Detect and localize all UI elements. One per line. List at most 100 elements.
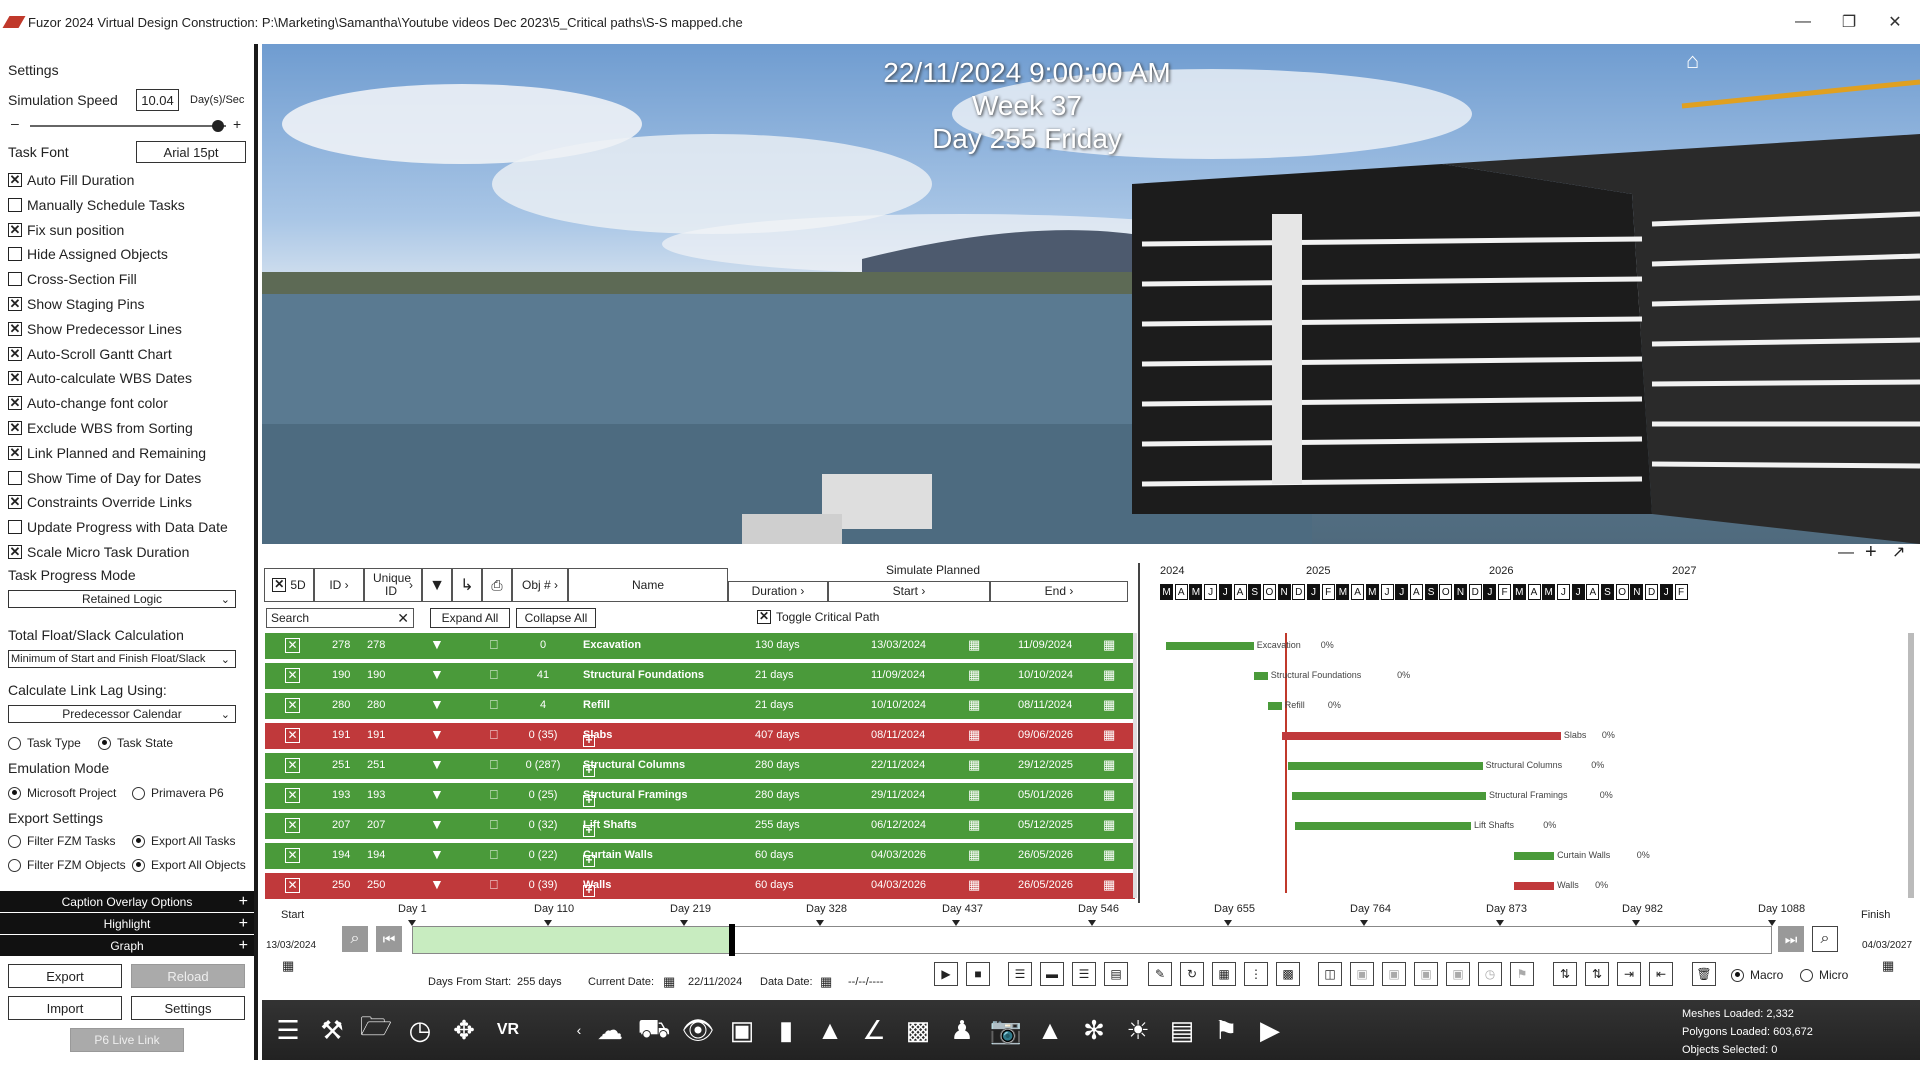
image-icon[interactable]: ▲: [812, 1012, 848, 1048]
filter-icon[interactable]: ▼: [430, 636, 444, 652]
task-state-radio[interactable]: Task State: [98, 736, 173, 750]
col-id[interactable]: ID ›: [314, 568, 364, 602]
tool-icon[interactable]: ▣: [1382, 962, 1406, 986]
filter-objects-radio[interactable]: Filter FZM Objects: [8, 858, 126, 872]
nodes-icon[interactable]: ✻: [1076, 1012, 1112, 1048]
calendar-icon[interactable]: ▦: [1103, 697, 1115, 713]
network-icon[interactable]: ▩: [1276, 962, 1300, 986]
calendar-icon[interactable]: ▦: [968, 757, 980, 773]
document-icon[interactable]: ⎕: [490, 787, 498, 803]
row-checkbox-icon[interactable]: ✕: [285, 818, 300, 833]
highlight-section[interactable]: Highlight +: [0, 913, 254, 934]
calendar-icon[interactable]: ▦: [1103, 787, 1115, 803]
table-scrollbar[interactable]: [1133, 633, 1137, 898]
gantt-bar[interactable]: [1267, 702, 1282, 710]
minus-icon[interactable]: —: [1838, 544, 1854, 562]
document-icon[interactable]: ⎕: [490, 697, 498, 713]
3d-viewport[interactable]: 22/11/2024 9:00:00 AM Week 37 Day 255 Fr…: [262, 44, 1920, 544]
filter-icon[interactable]: ▼: [430, 756, 444, 772]
expand-plus-icon[interactable]: +: [583, 854, 595, 867]
setting-checkbox[interactable]: Update Progress with Data Date: [8, 519, 228, 535]
chevron-left-icon[interactable]: ‹: [572, 1012, 586, 1048]
table-row[interactable]: ✕ 251 251 ▼ ⎕ 0 (287) + Structural Columns 280 d…: [265, 753, 1135, 779]
document-icon[interactable]: ⎕: [490, 757, 498, 773]
expand-plus-icon[interactable]: +: [583, 884, 595, 897]
task-font-button[interactable]: Arial 15pt: [136, 141, 246, 163]
tree-icon[interactable]: ▲: [1032, 1012, 1068, 1048]
person-icon[interactable]: ♟: [944, 1012, 980, 1048]
calendar-icon[interactable]: ▦: [663, 974, 675, 990]
expand-arrow-icon[interactable]: ↗: [1892, 542, 1905, 562]
gantt-bar[interactable]: [1281, 732, 1561, 740]
calendar-icon[interactable]: ▦: [968, 667, 980, 683]
menu-icon[interactable]: ☰: [270, 1012, 306, 1048]
setting-checkbox[interactable]: ✕ Auto-change font color: [8, 395, 168, 411]
table-row[interactable]: ✕ 193 193 ▼ ⎕ 0 (25) + Structural Framings 280 d…: [265, 783, 1135, 809]
col-5d[interactable]: ✕ 5D: [264, 568, 314, 602]
paint-icon[interactable]: ✎: [1148, 962, 1172, 986]
setting-checkbox[interactable]: Manually Schedule Tasks: [8, 197, 185, 213]
filter-icon[interactable]: ▼: [430, 726, 444, 742]
tool-icon[interactable]: ▣: [1414, 962, 1438, 986]
col-obj[interactable]: Obj # ›: [512, 568, 568, 602]
delete-icon[interactable]: 🗑: [1692, 962, 1716, 986]
gantt-bar[interactable]: [1514, 882, 1555, 890]
vehicle-icon[interactable]: ⛟: [636, 1012, 672, 1048]
calendar-icon[interactable]: ▦: [1103, 637, 1115, 653]
col-start[interactable]: Start ›: [828, 581, 990, 602]
document-icon[interactable]: ◫: [1318, 962, 1342, 986]
search-input[interactable]: Search ✕: [266, 608, 414, 628]
export-button[interactable]: Export: [8, 964, 122, 988]
row-checkbox-icon[interactable]: ✕: [285, 848, 300, 863]
expand-plus-icon[interactable]: +: [583, 824, 595, 837]
align-right-icon[interactable]: ☰: [1072, 962, 1096, 986]
clipboard-icon[interactable]: ⎙: [482, 568, 512, 602]
calendar-icon[interactable]: ▦: [1882, 958, 1894, 974]
settings-button[interactable]: Settings: [131, 996, 245, 1020]
collapse-all-button[interactable]: Collapse All: [516, 608, 596, 628]
calendar-icon[interactable]: ▦: [968, 877, 980, 893]
calendar-icon[interactable]: ▦: [1103, 817, 1115, 833]
structure-icon[interactable]: ▩: [900, 1012, 936, 1048]
caption-overlay-section[interactable]: Caption Overlay Options +: [0, 891, 254, 912]
levels-icon[interactable]: ▤: [1164, 1012, 1200, 1048]
setting-checkbox[interactable]: ✕ Link Planned and Remaining: [8, 445, 206, 461]
speed-decrease-icon[interactable]: –: [11, 115, 19, 131]
row-checkbox-icon[interactable]: ✕: [285, 788, 300, 803]
gantt-bar[interactable]: [1514, 852, 1555, 860]
link-lag-select[interactable]: Predecessor Calendar ⌄: [8, 705, 236, 723]
speed-slider-track[interactable]: [30, 120, 226, 132]
grid-icon[interactable]: ▦: [1212, 962, 1236, 986]
calendar-icon[interactable]: ▦: [968, 817, 980, 833]
gantt-bar[interactable]: [1253, 672, 1268, 680]
setting-checkbox[interactable]: Hide Assigned Objects: [8, 246, 168, 262]
filter-icon[interactable]: ▼: [430, 876, 444, 892]
calendar-icon[interactable]: ▦: [968, 847, 980, 863]
vr-icon[interactable]: VR: [490, 1012, 526, 1048]
eye-icon[interactable]: 👁: [680, 1012, 716, 1048]
link-arrow-icon[interactable]: ↳: [452, 568, 482, 602]
stop-icon[interactable]: ■: [966, 962, 990, 986]
document-icon[interactable]: ⎕: [490, 727, 498, 743]
row-checkbox-icon[interactable]: ✕: [285, 758, 300, 773]
microsoft-project-radio[interactable]: Microsoft Project: [8, 786, 116, 800]
list-icon[interactable]: ▤: [1104, 962, 1128, 986]
clock-icon[interactable]: ◷: [402, 1012, 438, 1048]
tool-icon[interactable]: ▣: [1350, 962, 1374, 986]
table-row[interactable]: ✕ 278 278 ▼ ⎕ 0 Excavation 130 days 13/03/2024 ▦ 1…: [265, 633, 1135, 659]
filter-tasks-radio[interactable]: Filter FZM Tasks: [8, 834, 115, 848]
toggle-critical-path-checkbox[interactable]: ✕ Toggle Critical Path: [757, 610, 879, 624]
bar-icon[interactable]: ▬: [1040, 962, 1064, 986]
table-row[interactable]: ✕ 280 280 ▼ ⎕ 4 Refill 21 days 10/10/2024 ▦ 08/11/…: [265, 693, 1135, 719]
row-checkbox-icon[interactable]: ✕: [285, 638, 300, 653]
calendar-icon[interactable]: ▦: [1103, 877, 1115, 893]
setting-checkbox[interactable]: ✕ Exclude WBS from Sorting: [8, 420, 193, 436]
primavera-radio[interactable]: Primavera P6: [132, 786, 224, 800]
video-icon[interactable]: ▶: [1252, 1012, 1288, 1048]
setting-checkbox[interactable]: ✕ Show Staging Pins: [8, 296, 145, 312]
expand-plus-icon[interactable]: +: [583, 794, 595, 807]
zoom-in-icon[interactable]: ⌕: [1812, 926, 1838, 952]
filter-icon[interactable]: ▼: [430, 846, 444, 862]
row-checkbox-icon[interactable]: ✕: [285, 668, 300, 683]
crane-icon[interactable]: ⚒: [314, 1012, 350, 1048]
